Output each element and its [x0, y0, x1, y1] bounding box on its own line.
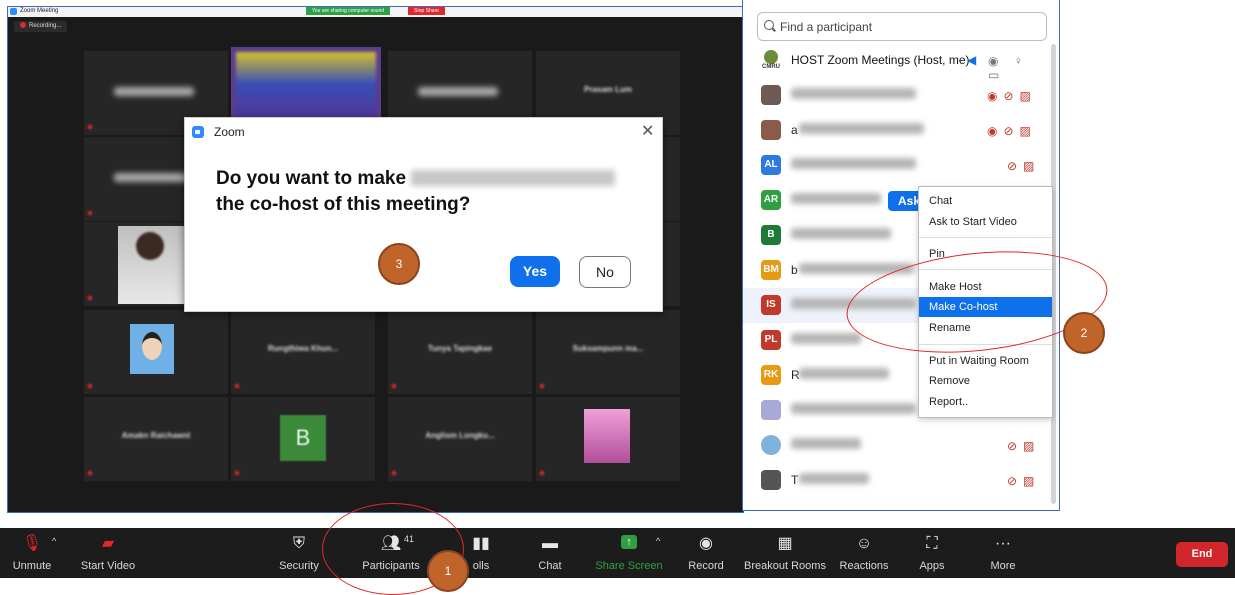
- avatar: PL: [761, 330, 781, 350]
- share-up-arrow-icon: ↑: [621, 535, 637, 549]
- video-tile[interactable]: Rungthiwa Khun...: [231, 310, 375, 394]
- breakout-grid-icon: ▦: [777, 535, 793, 552]
- muted-icons: ⊘▨: [1007, 474, 1041, 488]
- menu-item-waiting-room[interactable]: Put in Waiting Room: [919, 351, 1052, 371]
- more-dots-icon: ···: [995, 535, 1011, 552]
- unmute-button[interactable]: 🎙︎ ^ Unmute: [2, 528, 62, 578]
- participant-row[interactable]: ◉⊘▨: [743, 78, 1043, 113]
- video-tile[interactable]: Suksampunn ma...: [536, 310, 680, 394]
- chevron-up-icon[interactable]: ^: [52, 536, 56, 546]
- avatar: [761, 120, 781, 140]
- avatar: [761, 85, 781, 105]
- make-cohost-dialog: Zoom ✕ Do you want to make the co-host o…: [184, 117, 663, 312]
- video-tile[interactable]: Anglism Longku...: [388, 397, 532, 481]
- tile-name: Tunya Tapingkae: [427, 344, 493, 353]
- meeting-window-title: Zoom Meeting: [20, 8, 59, 14]
- video-tile[interactable]: B: [231, 397, 375, 481]
- video-off-icon: ▰: [101, 535, 115, 552]
- menu-item-remove[interactable]: Remove: [919, 371, 1052, 391]
- meeting-toolbar: 🎙︎ ^ Unmute ▰ Start Video ⛨ Security 👥︎ 41 Par…: [0, 528, 1235, 578]
- participant-row[interactable]: a ◉⊘▨: [743, 113, 1043, 148]
- avatar: CMRU: [761, 50, 781, 70]
- muted-icons: ⊘▨: [1007, 159, 1041, 173]
- tile-name: Suksampunn ma...: [572, 344, 644, 353]
- avatar: [761, 470, 781, 490]
- recording-indicator[interactable]: Recording...: [14, 21, 68, 32]
- yes-button[interactable]: Yes: [510, 256, 560, 287]
- record-icon: ◉: [699, 535, 713, 552]
- ask-to-unmute-button[interactable]: Ask: [888, 191, 922, 211]
- chat-button[interactable]: ▬ Chat: [530, 528, 570, 578]
- annotation-marker-2: 2: [1063, 312, 1105, 354]
- video-tile[interactable]: Amakn Raichawnl: [84, 397, 228, 481]
- security-button[interactable]: ⛨ Security: [272, 528, 326, 578]
- no-button[interactable]: No: [579, 256, 631, 288]
- participant-row[interactable]: T ⊘▨: [743, 463, 1043, 498]
- muted-icons: ⊘▨: [1007, 439, 1041, 453]
- avatar: IS: [761, 295, 781, 315]
- record-button[interactable]: ◉ Record: [684, 528, 728, 578]
- avatar: [761, 435, 781, 455]
- annotation-marker-1: 1: [427, 550, 469, 592]
- avatar: AR: [761, 190, 781, 210]
- end-meeting-button[interactable]: End: [1176, 542, 1228, 567]
- menu-divider: [919, 237, 1052, 238]
- audio-level-icon: ◀︎: [967, 53, 977, 67]
- meeting-titlebar: Zoom Meeting You are sharing computer so…: [8, 7, 743, 17]
- avatar: BM: [761, 260, 781, 280]
- participant-row-host[interactable]: CMRU HOST Zoom Meetings (Host, me) ◀︎ ◉ …: [743, 43, 1043, 82]
- close-icon[interactable]: ✕: [641, 121, 654, 141]
- annotation-marker-3: 3: [378, 243, 420, 285]
- stop-share-button[interactable]: Stop Share: [408, 7, 446, 15]
- avatar: [761, 400, 781, 420]
- tile-name: Amakn Raichawnl: [121, 431, 191, 440]
- video-tile[interactable]: [536, 397, 680, 481]
- video-tile[interactable]: [84, 310, 228, 394]
- search-placeholder: Find a participant: [780, 20, 873, 34]
- bar-chart-icon: ▮▮: [472, 535, 490, 552]
- apps-button[interactable]: ⛶ Apps: [912, 528, 952, 578]
- avatar: B: [280, 415, 326, 461]
- avatar: RK: [761, 365, 781, 385]
- zoom-logo-icon: [10, 8, 17, 15]
- participant-row[interactable]: ⊘▨: [743, 428, 1043, 463]
- muted-icons: ◉⊘▨: [987, 89, 1037, 103]
- breakout-rooms-button[interactable]: ▦ Breakout Rooms: [744, 528, 826, 578]
- chevron-up-icon[interactable]: ^: [656, 536, 660, 546]
- muted-icons: ◉⊘▨: [987, 124, 1037, 138]
- reactions-button[interactable]: ☺ Reactions: [836, 528, 892, 578]
- share-screen-button[interactable]: ↑ ^ Share Screen: [594, 528, 664, 578]
- sharing-sound-notice: You are sharing computer sound: [306, 7, 391, 15]
- menu-item-chat[interactable]: Chat: [919, 191, 1052, 211]
- host-name: HOST Zoom Meetings (Host, me): [791, 53, 970, 67]
- record-dot-icon: [20, 22, 26, 28]
- redacted-participant-name: [411, 170, 616, 186]
- participant-row[interactable]: AL ⊘▨: [743, 148, 1043, 183]
- microphone-muted-icon: 🎙︎: [21, 535, 43, 552]
- polls-button[interactable]: ▮▮ olls: [466, 528, 496, 578]
- zoom-logo-icon: [192, 126, 204, 138]
- search-icon: [764, 20, 774, 30]
- avatar: B: [761, 225, 781, 245]
- menu-item-report[interactable]: Report..: [919, 392, 1052, 412]
- avatar: AL: [761, 155, 781, 175]
- video-tile[interactable]: Tunya Tapingkae: [388, 310, 532, 394]
- tile-name: Prasam Lum: [583, 85, 633, 94]
- chat-bubble-icon: ▬: [542, 535, 558, 552]
- recording-label: Recording...: [29, 23, 62, 29]
- start-video-button[interactable]: ▰ Start Video: [74, 528, 142, 578]
- menu-item-ask-start-video[interactable]: Ask to Start Video: [919, 212, 1052, 232]
- smiley-plus-icon: ☺: [855, 535, 873, 552]
- apps-icon: ⛶: [926, 535, 938, 552]
- dialog-question: Do you want to make the co-host of this …: [216, 166, 636, 218]
- participant-photo: [584, 409, 630, 463]
- search-input[interactable]: Find a participant: [757, 12, 1047, 41]
- dialog-title: Zoom: [214, 125, 245, 139]
- tile-name: Anglism Longku...: [425, 431, 495, 440]
- tile-name: Rungthiwa Khun...: [267, 344, 339, 353]
- question-prefix: Do you want to make: [216, 168, 407, 189]
- question-suffix: the co-host of this meeting?: [216, 194, 471, 215]
- shield-icon: ⛨: [292, 535, 306, 552]
- more-button[interactable]: ··· More: [982, 528, 1024, 578]
